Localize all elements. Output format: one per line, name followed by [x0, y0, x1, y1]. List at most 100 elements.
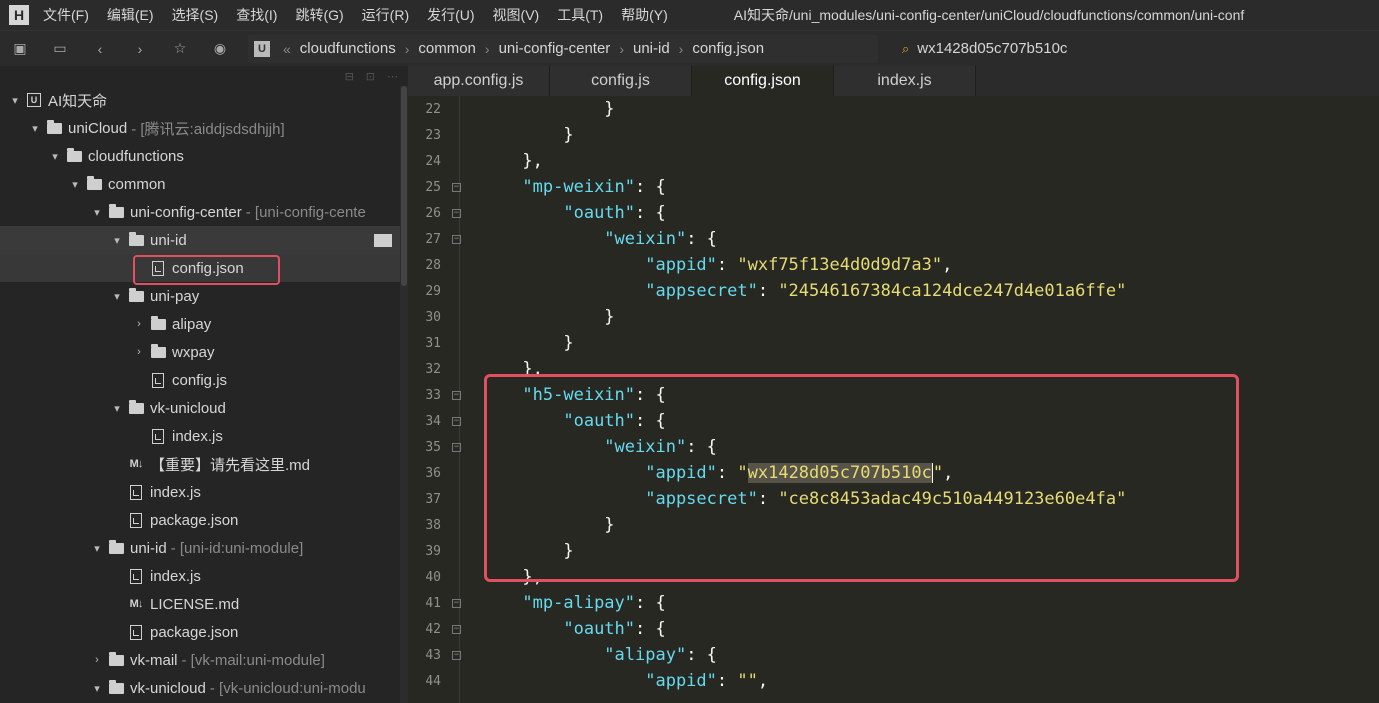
menu-find[interactable]: 查找(I) [236, 5, 277, 25]
tree-item[interactable]: ▾ uni-config-center - [uni-config-cente [0, 198, 400, 226]
code-line[interactable]: "mp-weixin": { [461, 174, 1379, 200]
tree-item[interactable]: ▾ uni-pay [0, 282, 400, 310]
code-line[interactable]: "appid": " wx1428d05c707b510c ", [461, 460, 1379, 486]
breadcrumb-item[interactable]: uni-id [633, 40, 670, 57]
new-file-icon[interactable]: ▣ [0, 31, 40, 66]
open-folder-icon[interactable] [374, 234, 392, 247]
code-line[interactable]: "h5-weixin": { [461, 382, 1379, 408]
tree-item[interactable]: › wxpay [0, 338, 400, 366]
save-icon[interactable]: ▭ [40, 31, 80, 66]
menu-view[interactable]: 视图(V) [493, 5, 540, 25]
chevron-down-icon[interactable]: ▾ [48, 150, 62, 163]
code-line[interactable]: "oauth": { [461, 408, 1379, 434]
menu-help[interactable]: 帮助(Y) [621, 5, 668, 25]
fold-toggle-icon[interactable]: − [452, 182, 461, 192]
code-line[interactable]: "weixin": { [461, 226, 1379, 252]
code-line[interactable]: "appsecret": "ce8c8453adac49c510a449123e… [461, 486, 1379, 512]
code-line[interactable]: } [461, 304, 1379, 330]
tree-item[interactable]: ▾ vk-unicloud [0, 394, 400, 422]
locate-icon[interactable]: ⊡ [366, 70, 375, 83]
chevron-down-icon[interactable]: ▾ [90, 206, 104, 219]
code-line[interactable]: } [461, 122, 1379, 148]
tab-config-json[interactable]: config.json [692, 66, 834, 96]
fold-toggle-icon[interactable]: − [452, 390, 461, 400]
tree-item[interactable]: ▾ vk-unicloud - [vk-unicloud:uni-modu [0, 674, 400, 702]
menu-run[interactable]: 运行(R) [362, 5, 409, 25]
collapse-icon[interactable]: ⊟ [345, 70, 354, 83]
code-line[interactable]: "appsecret": "24546167384ca124dce247d4e0… [461, 278, 1379, 304]
code-line[interactable]: "alipay": { [461, 642, 1379, 668]
tree-item[interactable]: ▾ uni-id [0, 226, 400, 254]
run-icon[interactable]: ◉ [200, 31, 240, 66]
menu-select[interactable]: 选择(S) [172, 5, 219, 25]
code-line[interactable]: "oauth": { [461, 616, 1379, 642]
fold-toggle-icon[interactable]: − [452, 598, 461, 608]
tree-item[interactable]: ▾ U AI知天命 [0, 86, 400, 114]
chevron-right-icon[interactable]: › [90, 654, 104, 666]
tree-item[interactable]: index.js [0, 478, 400, 506]
menu-goto[interactable]: 跳转(G) [295, 5, 343, 25]
code-line[interactable]: "weixin": { [461, 434, 1379, 460]
tree-item[interactable]: config.json [0, 254, 400, 282]
tree-item[interactable]: M↓ 【重要】请先看这里.md [0, 450, 400, 478]
tree-item[interactable]: ▾ uniCloud - [腾讯云:aiddjsdsdhjjh] [0, 114, 400, 142]
breadcrumb-item[interactable]: cloudfunctions [300, 40, 396, 57]
code-line[interactable]: "appid": "", [461, 668, 1379, 694]
star-icon[interactable]: ☆ [160, 31, 200, 66]
fold-toggle-icon[interactable]: − [452, 208, 461, 218]
menu-file[interactable]: 文件(F) [43, 5, 89, 25]
tree-item[interactable]: config.js [0, 366, 400, 394]
code-line[interactable]: "mp-alipay": { [461, 590, 1379, 616]
fold-toggle-icon[interactable]: − [452, 416, 461, 426]
chevron-down-icon[interactable]: ▾ [110, 290, 124, 303]
tree-item[interactable]: package.json [0, 618, 400, 646]
sidebar-scrollbar[interactable] [400, 86, 408, 703]
tree-item[interactable]: index.js [0, 562, 400, 590]
code-line[interactable]: } [461, 538, 1379, 564]
code-area[interactable]: } } }, "mp-weixin": { "oauth": { "weixin… [461, 96, 1379, 703]
code-line[interactable]: } [461, 512, 1379, 538]
tree-item[interactable]: ▾ uni-id - [uni-id:uni-module] [0, 534, 400, 562]
menu-publish[interactable]: 发行(U) [427, 5, 474, 25]
tree-item[interactable]: ▾ common [0, 170, 400, 198]
code-line[interactable]: "oauth": { [461, 200, 1379, 226]
chevron-down-icon[interactable]: ▾ [28, 122, 42, 135]
code-line[interactable]: "appid": "wxf75f13e4d0d9d7a3", [461, 252, 1379, 278]
breadcrumb-item[interactable]: common [418, 40, 476, 57]
tab-index-js[interactable]: index.js [834, 66, 976, 96]
fold-toggle-icon[interactable]: − [452, 442, 461, 452]
tree-item[interactable]: M↓ LICENSE.md [0, 590, 400, 618]
breadcrumb-item[interactable]: config.json [692, 40, 764, 57]
chevron-down-icon[interactable]: ▾ [90, 682, 104, 695]
code-line[interactable]: } [461, 96, 1379, 122]
menu-edit[interactable]: 编辑(E) [107, 5, 154, 25]
code-line[interactable]: } [461, 330, 1379, 356]
tree-item[interactable]: ▾ cloudfunctions [0, 142, 400, 170]
chevron-down-icon[interactable]: ▾ [110, 234, 124, 247]
chevron-down-icon[interactable]: ▾ [68, 178, 82, 191]
chevron-right-icon[interactable]: › [132, 346, 146, 358]
tab-app-config-js[interactable]: app.config.js [408, 66, 550, 96]
fold-toggle-icon[interactable]: − [452, 624, 461, 634]
chevron-right-icon[interactable]: › [132, 318, 146, 330]
chevron-down-icon[interactable]: ▾ [90, 542, 104, 555]
code-line[interactable]: }, [461, 564, 1379, 590]
more-icon[interactable]: ⋯ [387, 70, 398, 83]
tree-item[interactable]: index.js [0, 422, 400, 450]
tree-item[interactable]: package.json [0, 506, 400, 534]
breadcrumb-item[interactable]: uni-config-center [499, 40, 611, 57]
scrollbar-thumb[interactable] [401, 86, 407, 286]
fold-toggle-icon[interactable]: − [452, 650, 461, 660]
tree-item[interactable]: › vk-mail - [vk-mail:uni-module] [0, 646, 400, 674]
code-line[interactable]: }, [461, 356, 1379, 382]
tree-item[interactable]: › alipay [0, 310, 400, 338]
chevron-down-icon[interactable]: ▾ [110, 402, 124, 415]
code-line[interactable]: }, [461, 148, 1379, 174]
forward-icon[interactable]: › [120, 31, 160, 66]
search-input[interactable]: ⌕ wx1428d05c707b510c [902, 35, 1302, 63]
tab-config-js[interactable]: config.js [550, 66, 692, 96]
chevron-down-icon[interactable]: ▾ [8, 94, 22, 107]
fold-toggle-icon[interactable]: − [452, 234, 461, 244]
menu-tools[interactable]: 工具(T) [557, 5, 603, 25]
back-icon[interactable]: ‹ [80, 31, 120, 66]
